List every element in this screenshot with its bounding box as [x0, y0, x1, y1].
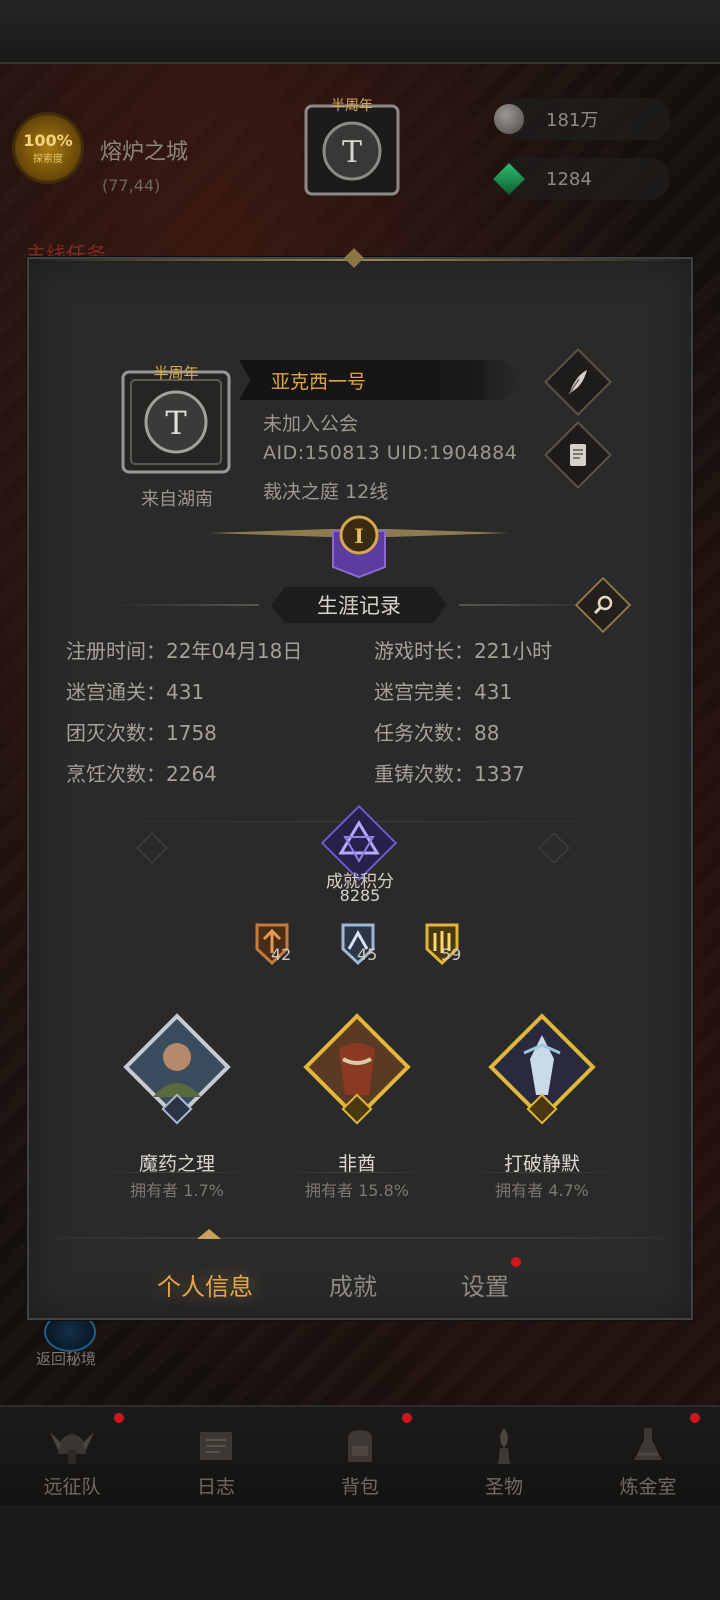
player-origin: 来自湖南: [141, 489, 213, 510]
exploration-percent: 100%: [23, 131, 73, 150]
silver-coin-icon: [494, 104, 524, 134]
profile-modal: T 半周年 来自湖南 亚克西一号 未加入公会 AID:150813 UID:19…: [27, 248, 693, 1320]
backpack-icon: [348, 1430, 372, 1462]
exploration-badge[interactable]: 100% 探索度: [12, 112, 84, 184]
silver-count: 45: [357, 945, 378, 964]
achievement-portrait-icon: [303, 1013, 411, 1125]
nav-expedition[interactable]: 远征队: [0, 1407, 144, 1505]
nav-alchemy[interactable]: 炼金室: [576, 1407, 720, 1505]
nav-label-relic: 圣物: [484, 1476, 523, 1498]
stat-team-wipe: 团灭次数：1758: [66, 721, 217, 745]
achievement-owners: 拥有者 4.7%: [495, 1181, 589, 1200]
svg-text:T: T: [342, 135, 362, 170]
player-ids: AID:150813 UID:1904884: [263, 442, 518, 464]
magnifier-icon: [593, 595, 613, 615]
relic-icon: [498, 1428, 510, 1464]
stat-quests: 任务次数：88: [374, 721, 500, 745]
achievement-owners: 拥有者 1.7%: [130, 1181, 224, 1200]
divider: [109, 604, 259, 606]
active-tab-marker: [197, 1229, 221, 1239]
rank-numeral: I: [354, 524, 363, 548]
silver-value: 181万: [546, 110, 599, 131]
bronze-count: 42: [271, 945, 292, 964]
stat-register-time: 注册时间：22年04月18日: [66, 639, 303, 663]
resource-gems[interactable]: 1284: [493, 158, 670, 200]
stat-cooking: 烹饪次数：2264: [66, 762, 217, 786]
stat-maze-perfect: 迷宫完美：431: [374, 680, 513, 704]
achievement-portrait-icon: [488, 1013, 596, 1125]
gem-value: 1284: [546, 168, 592, 190]
achievement-title: 打破静默: [503, 1153, 580, 1175]
scroll-icon: [200, 1432, 232, 1460]
notification-dot: [114, 1413, 124, 1423]
tab-personal-info[interactable]: 个人信息: [157, 1267, 253, 1302]
achievement-title: 非酋: [337, 1153, 376, 1175]
nav-label-expedition: 远征队: [43, 1476, 101, 1498]
search-button[interactable]: [574, 576, 632, 634]
rank-divider: I: [209, 515, 509, 579]
player-emblem-icon[interactable]: T 半周年: [296, 96, 408, 200]
system-bar: [0, 1505, 720, 1600]
profile-card-button[interactable]: [544, 421, 612, 489]
tab-divider: [29, 1237, 691, 1239]
ornament-gem: [538, 832, 570, 864]
document-icon: [570, 444, 586, 466]
top-frame: [0, 0, 720, 64]
svg-text:半周年: 半周年: [331, 98, 373, 114]
achievement-owners: 拥有者 15.8%: [305, 1181, 409, 1200]
gold-count: 59: [441, 945, 462, 964]
stat-play-time: 游戏时长：221小时: [374, 639, 553, 663]
achievement-card[interactable]: 打破静默 拥有者 4.7%: [462, 1009, 622, 1209]
stat-maze-clear: 迷宫通关：431: [66, 680, 205, 704]
career-title: 生涯记录: [271, 587, 447, 623]
nav-label-backpack: 背包: [340, 1476, 379, 1498]
nav-label-alchemy: 炼金室: [619, 1476, 677, 1498]
svg-text:半周年: 半周年: [153, 364, 198, 382]
tab-settings[interactable]: 设置: [461, 1267, 509, 1302]
nav-label-log: 日志: [196, 1476, 235, 1498]
resource-silver[interactable]: 181万: [494, 98, 670, 140]
achievement-card[interactable]: 非酋 拥有者 15.8%: [277, 1009, 437, 1209]
nav-log[interactable]: 日志: [144, 1407, 288, 1505]
achievement-score-value: 8285: [339, 886, 381, 905]
nav-relic[interactable]: 圣物: [432, 1407, 576, 1505]
achievement-card[interactable]: 魔药之理 拥有者 1.7%: [97, 1009, 257, 1209]
achievement-portrait-icon: [123, 1013, 231, 1125]
player-avatar[interactable]: T 半周年: [117, 362, 235, 480]
quill-icon: [568, 370, 587, 395]
server-info: 裁决之庭 12线: [263, 481, 389, 503]
notification-dot: [511, 1257, 521, 1267]
svg-text:T: T: [165, 404, 187, 442]
achievement-title: 魔药之理: [138, 1153, 215, 1175]
bottom-nav: 远征队 日志 背包 圣物 炼金室: [0, 1405, 720, 1505]
guild-status: 未加入公会: [263, 413, 359, 435]
player-name: 亚克西一号: [271, 370, 367, 393]
name-banner: 亚克西一号: [239, 360, 521, 400]
return-label[interactable]: 返回秘境: [36, 1348, 96, 1369]
tab-achievements[interactable]: 成就: [329, 1267, 377, 1302]
edit-name-button[interactable]: [544, 348, 612, 416]
alchemy-icon: [634, 1428, 662, 1460]
nav-backpack[interactable]: 背包: [288, 1407, 432, 1505]
city-coords: (77,44): [102, 176, 161, 195]
stat-reforge: 重铸次数：1337: [374, 762, 525, 786]
city-name[interactable]: 熔炉之城: [100, 134, 188, 166]
career-section-header: 生涯记录: [109, 587, 609, 623]
ornament-gem: [136, 832, 168, 864]
notification-dot: [402, 1413, 412, 1423]
viking-helmet-icon: [50, 1432, 94, 1464]
exploration-label: 探索度: [33, 154, 63, 165]
notification-dot: [690, 1413, 700, 1423]
